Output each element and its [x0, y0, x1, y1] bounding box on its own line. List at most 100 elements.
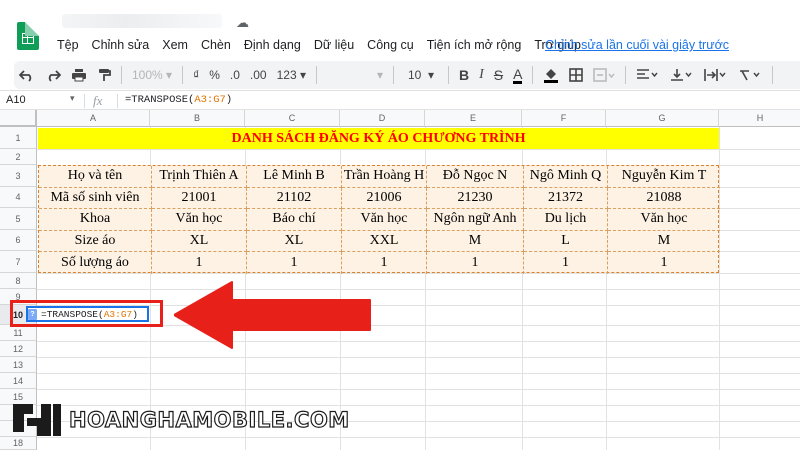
table-cell[interactable]: Văn học — [152, 209, 247, 231]
toolbar-divider — [625, 66, 627, 84]
column-header-h[interactable]: H — [719, 110, 800, 127]
table-cell[interactable]: 21372 — [524, 187, 608, 210]
column-header-c[interactable]: C — [245, 110, 340, 127]
table-cell[interactable]: 21088 — [608, 188, 720, 210]
table-cell[interactable]: Khoa — [39, 209, 152, 231]
table-cell[interactable]: XL — [152, 230, 247, 253]
select-all-corner[interactable] — [0, 110, 37, 127]
fill-color-icon[interactable] — [538, 63, 564, 87]
cell-editor[interactable]: =TRANSPOSE(A3:G7) — [26, 306, 149, 322]
zoom-select[interactable]: 100% ▾ — [127, 63, 177, 87]
row-header-5[interactable]: 5 — [0, 208, 37, 230]
currency-format-button[interactable]: ₫ — [188, 63, 204, 87]
column-header-e[interactable]: E — [425, 110, 522, 127]
formula-input[interactable]: =TRANSPOSE(A3:G7) — [125, 94, 232, 106]
borders-icon[interactable] — [564, 63, 588, 87]
column-header-b[interactable]: B — [150, 110, 245, 127]
table-cell[interactable]: Du lịch — [524, 209, 608, 231]
row-header-7[interactable]: 7 — [0, 251, 37, 273]
table-cell[interactable]: Họ và tên — [39, 166, 152, 188]
column-header-d[interactable]: D — [340, 110, 425, 127]
last-edit-link[interactable]: Chỉnh sửa lần cuối vài giây trước — [545, 38, 729, 52]
sheets-logo-icon[interactable] — [17, 22, 39, 50]
table-cell[interactable]: M — [427, 230, 524, 253]
italic-button[interactable]: I — [474, 63, 489, 87]
row-header-6[interactable]: 6 — [0, 230, 37, 251]
table-cell[interactable]: 21001 — [152, 187, 247, 210]
menu-format[interactable]: Định dạng — [244, 38, 301, 52]
table-cell[interactable]: 1 — [608, 252, 720, 274]
row-header-3[interactable]: 3 — [0, 165, 37, 187]
table-cell[interactable]: Trịnh Thiên A — [152, 166, 247, 188]
table-cell[interactable]: Ngô Minh Q — [524, 166, 608, 188]
table-cell[interactable]: Nguyễn Kim T — [608, 166, 720, 188]
document-title-blurred[interactable] — [62, 14, 222, 28]
menu-tools[interactable]: Công cụ — [367, 38, 414, 52]
formula-help-icon[interactable]: ? — [28, 309, 37, 320]
table-cell[interactable]: 1 — [342, 252, 427, 274]
column-header-f[interactable]: F — [522, 110, 606, 127]
table-cell[interactable]: 1 — [247, 252, 342, 274]
column-header-a[interactable]: A — [37, 110, 150, 127]
table-cell[interactable]: Size áo — [39, 230, 152, 253]
table-cell[interactable]: Mã số sinh viên — [39, 187, 152, 210]
table-cell[interactable]: Lê Minh B — [247, 166, 342, 188]
column-header-g[interactable]: G — [606, 110, 719, 127]
table-cell[interactable]: Trần Hoàng H — [342, 166, 427, 188]
cloud-saved-icon[interactable]: ☁ — [236, 16, 249, 30]
menu-data[interactable]: Dữ liệu — [314, 38, 354, 52]
table-cell[interactable]: Số lượng áo — [39, 252, 152, 274]
menu-edit[interactable]: Chỉnh sửa — [92, 38, 150, 52]
table-cell[interactable]: L — [524, 230, 608, 253]
row-header-4[interactable]: 4 — [0, 187, 37, 208]
row-header-14[interactable]: 14 — [0, 373, 37, 389]
menu-file[interactable]: Tệp — [57, 38, 79, 52]
rotate-icon[interactable] — [733, 63, 767, 87]
table-cell[interactable]: Văn học — [342, 209, 427, 231]
percent-format-button[interactable]: % — [204, 63, 225, 87]
table-cell[interactable]: Đỗ Ngọc N — [427, 166, 524, 188]
row-header-11[interactable]: 11 — [0, 325, 37, 341]
table-cell[interactable]: Ngôn ngữ Anh — [427, 209, 524, 231]
menu-view[interactable]: Xem — [162, 38, 188, 52]
row-header-12[interactable]: 12 — [0, 341, 37, 357]
number-format-select[interactable]: 123 ▾ — [272, 63, 311, 87]
row-header-8[interactable]: 8 — [0, 273, 37, 289]
table-cell[interactable]: Văn học — [608, 209, 720, 231]
decrease-decimal-button[interactable]: .0 — [225, 63, 245, 87]
valign-icon[interactable] — [665, 63, 699, 87]
undo-icon[interactable] — [14, 63, 40, 87]
table-cell[interactable]: 21102 — [247, 187, 342, 210]
name-box[interactable]: A10 — [6, 94, 26, 106]
table-cell[interactable]: 1 — [427, 252, 524, 274]
redo-icon[interactable] — [40, 63, 66, 87]
menu-extensions[interactable]: Tiện ích mở rộng — [427, 38, 522, 52]
toolbar-divider — [121, 66, 122, 84]
table-cell[interactable]: M — [608, 231, 720, 253]
font-family-select[interactable]: ▾ — [322, 63, 388, 87]
row-header-2[interactable]: 2 — [0, 149, 37, 165]
merge-icon[interactable] — [588, 63, 620, 87]
paint-format-icon[interactable] — [92, 63, 116, 87]
table-cell[interactable]: Báo chí — [247, 209, 342, 231]
table-cell[interactable]: 1 — [152, 252, 247, 274]
align-icon[interactable] — [631, 63, 665, 87]
font-size-select[interactable]: 10 ▾ — [399, 63, 443, 87]
text-color-button[interactable]: A — [508, 63, 527, 87]
table-cell[interactable]: XXL — [342, 230, 427, 253]
row-header-13[interactable]: 13 — [0, 357, 37, 373]
wrap-icon[interactable] — [699, 63, 733, 87]
formula-bar: A10 ▾ fx =TRANSPOSE(A3:G7) — [0, 90, 800, 110]
table-cell[interactable]: 21230 — [427, 187, 524, 210]
table-cell[interactable]: XL — [247, 230, 342, 253]
increase-decimal-button[interactable]: .00 — [245, 63, 272, 87]
menu-insert[interactable]: Chèn — [201, 38, 231, 52]
bold-button[interactable]: B — [454, 63, 474, 87]
title-cell[interactable]: DANH SÁCH ĐĂNG KÝ ÁO CHƯƠNG TRÌNH — [38, 128, 719, 149]
table-cell[interactable]: 1 — [524, 252, 608, 274]
name-box-dropdown-icon[interactable]: ▾ — [70, 93, 75, 104]
print-icon[interactable] — [66, 63, 92, 87]
table-cell[interactable]: 21006 — [342, 187, 427, 210]
strikethrough-button[interactable]: S — [489, 63, 508, 87]
row-header-1[interactable]: 1 — [0, 127, 37, 149]
